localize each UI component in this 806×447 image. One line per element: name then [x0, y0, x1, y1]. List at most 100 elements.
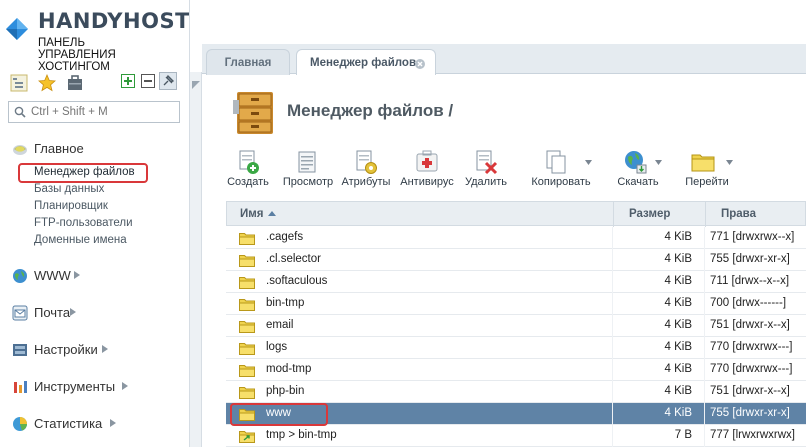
search-box[interactable] [8, 101, 180, 123]
cell-divider [704, 227, 705, 249]
favorites-star-icon[interactable] [38, 74, 56, 92]
selected-row-highlight [230, 403, 328, 426]
file-name: email [266, 319, 294, 331]
sidebar-section-label: Главное [34, 141, 84, 156]
table-row[interactable]: email 4 KiB 751 [drwxr-x--x] [226, 315, 806, 337]
toolbar-antivirus-button[interactable]: Антивирус [399, 149, 455, 193]
chevron-down-icon[interactable] [585, 160, 592, 165]
tab-home[interactable]: Главная [206, 49, 290, 75]
chevron-right-icon [102, 345, 108, 353]
folder-icon [239, 319, 255, 336]
toolbar-download-button[interactable]: Скачать [611, 149, 665, 193]
file-size: 4 KiB [664, 231, 693, 243]
file-name: php-bin [266, 385, 305, 397]
file-rights: 700 [drwx------] [710, 297, 787, 309]
folder-icon [239, 385, 255, 402]
sidebar-item-domains[interactable]: Доменные имена [34, 234, 127, 246]
table-row[interactable]: mod-tmp 4 KiB 770 [drwxrwx---] [226, 359, 806, 381]
chevron-down-icon[interactable] [726, 160, 733, 165]
toolbar-goto-button[interactable]: Перейти [682, 149, 733, 193]
column-header-name[interactable]: Имя [240, 208, 263, 220]
sidebar-splitter[interactable] [190, 72, 202, 447]
file-rights: 711 [drwx--x--x] [710, 275, 790, 287]
sidebar-section-tools[interactable]: Инструменты [12, 377, 182, 397]
sidebar-section-main[interactable]: Главное [12, 139, 182, 159]
table-row[interactable]: php-bin 4 KiB 751 [drwxr-x--x] [226, 381, 806, 403]
tab-file-manager[interactable]: Менеджер файлов [296, 49, 436, 76]
file-size: 4 KiB [664, 407, 693, 419]
sort-asc-icon[interactable] [268, 211, 276, 216]
table-row[interactable]: www 4 KiB 755 [drwxr-xr-x] [226, 403, 806, 426]
tab-label: Главная [224, 57, 272, 69]
chevron-down-icon[interactable] [655, 160, 662, 165]
brand-name: HANDYHOST [38, 9, 190, 33]
toolbar-create-button[interactable]: Создать [226, 149, 270, 193]
column-header-size[interactable]: Размер [629, 208, 670, 220]
goto-icon [691, 154, 715, 172]
search-input[interactable] [31, 104, 176, 120]
toolbar-view-button[interactable]: Просмотр [278, 149, 338, 193]
sidebar-item-file-manager[interactable]: Менеджер файлов [34, 166, 135, 178]
toolbar-label: Скачать [617, 176, 659, 188]
tab-label: Менеджер файлов [310, 57, 417, 69]
table-row[interactable]: logs 4 KiB 770 [drwxrwx---] [226, 337, 806, 359]
file-name: tmp > bin-tmp [266, 429, 337, 441]
logo[interactable]: HANDYHOST ПАНЕЛЬ УПРАВЛЕНИЯ ХОСТИНГОМ [2, 6, 190, 73]
toolbar-copy-button[interactable]: Копировать [528, 149, 594, 193]
table-row[interactable]: .cl.selector 4 KiB 755 [drwxr-xr-x] [226, 249, 806, 271]
toolbar-delete-button[interactable]: Удалить [461, 149, 511, 193]
sidebar-section-label: Настройки [34, 342, 98, 357]
toolbar-label: Удалить [465, 176, 507, 188]
table-row[interactable]: tmp > bin-tmp 7 B 777 [lrwxrwxrwx] [226, 425, 806, 447]
sidebar-section-label: Инструменты [34, 379, 116, 394]
chevron-right-icon [122, 382, 128, 390]
table-row[interactable]: .cagefs 4 KiB 771 [drwxrwx--x] [226, 227, 806, 249]
file-rights: 751 [drwxr-x--x] [710, 319, 790, 331]
file-name: bin-tmp [266, 297, 305, 309]
cell-divider [704, 293, 705, 315]
logo-mark-icon [6, 18, 28, 40]
file-name: .cagefs [266, 231, 304, 243]
briefcase-icon[interactable] [66, 74, 84, 92]
antivirus-icon [416, 150, 438, 172]
file-size: 4 KiB [664, 297, 693, 309]
sidebar-section-stats[interactable]: Статистика [12, 414, 182, 434]
toolbar-label: Копировать [531, 176, 591, 188]
sidebar-item-databases[interactable]: Базы данных [34, 183, 104, 195]
cell-divider [704, 315, 705, 337]
collapse-all-icon[interactable] [141, 74, 155, 92]
table-row[interactable]: bin-tmp 4 KiB 700 [drwx------] [226, 293, 806, 315]
column-divider[interactable] [613, 202, 614, 227]
file-rights: 777 [lrwxrwxrwx] [710, 429, 795, 441]
table-row[interactable]: .softaculous 4 KiB 711 [drwx--x--x] [226, 271, 806, 293]
file-name: mod-tmp [266, 363, 312, 375]
page-title: Менеджер файлов / [287, 101, 454, 120]
sidebar-item-ftp-users[interactable]: FTP-пользователи [34, 217, 133, 229]
toolbar-attributes-button[interactable]: Атрибуты [340, 149, 392, 193]
globe-icon [13, 269, 27, 283]
toolbar-label: Просмотр [282, 176, 334, 188]
tree-view-icon[interactable] [10, 74, 28, 92]
close-tab-icon[interactable] [415, 59, 425, 69]
cell-divider [704, 271, 705, 293]
table-header: Имя Размер Права [226, 201, 806, 227]
delete-icon [476, 150, 498, 175]
file-size: 4 KiB [664, 319, 693, 331]
toolbar-label: Атрибуты [341, 176, 391, 188]
search-icon [14, 106, 26, 118]
sidebar-section-mail[interactable]: Почта [12, 303, 182, 323]
sidebar: HANDYHOST ПАНЕЛЬ УПРАВЛЕНИЯ ХОСТИНГОМ Гл… [0, 0, 190, 447]
sidebar-section-settings[interactable]: Настройки [12, 340, 182, 360]
chevron-right-icon [70, 308, 76, 316]
sidebar-section-www[interactable]: WWW [12, 266, 182, 286]
sidebar-section-label: Статистика [34, 416, 103, 431]
file-size: 4 KiB [664, 275, 693, 287]
sidebar-item-scheduler[interactable]: Планировщик [34, 200, 108, 212]
home-icon [13, 145, 27, 155]
expand-all-icon[interactable] [121, 74, 135, 92]
column-header-rights[interactable]: Права [721, 208, 756, 220]
column-divider[interactable] [705, 202, 706, 227]
file-rights: 770 [drwxrwx---] [710, 363, 793, 375]
collapse-sidebar-icon[interactable] [192, 81, 200, 89]
pin-icon[interactable] [159, 72, 177, 90]
